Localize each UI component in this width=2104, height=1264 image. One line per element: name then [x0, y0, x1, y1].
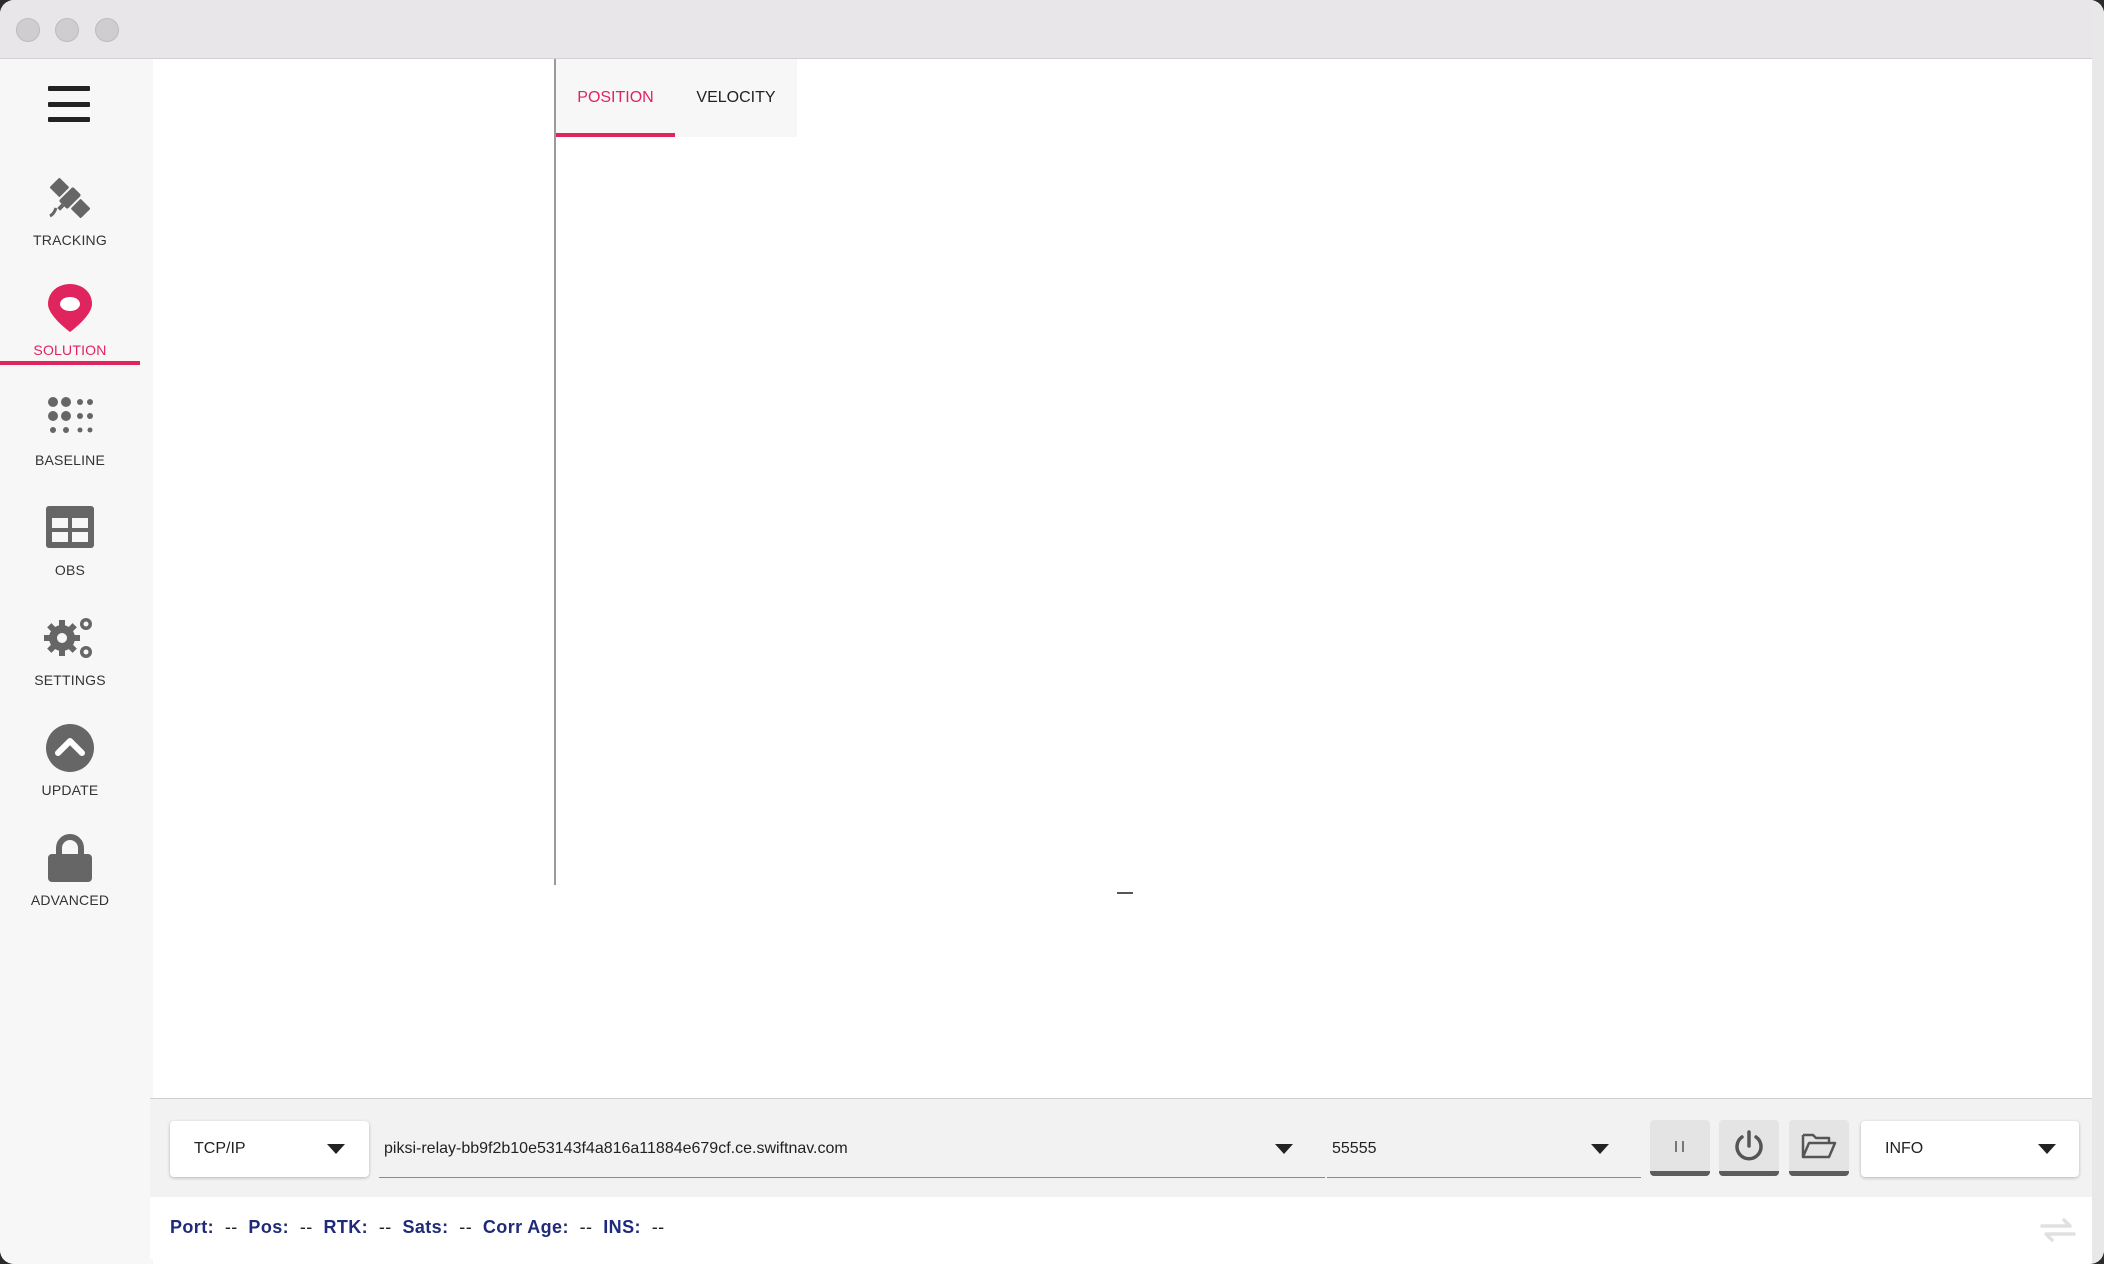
sidebar-item-label: OBS: [54, 562, 86, 578]
connect-button[interactable]: [1719, 1120, 1779, 1176]
tab-position[interactable]: POSITION: [556, 59, 675, 137]
status-pos-label: Pos:: [248, 1217, 290, 1237]
minimize-window-button[interactable]: [55, 18, 79, 42]
sidebar-item-label: ADVANCED: [30, 892, 110, 908]
chevron-up-circle-icon: [46, 724, 94, 772]
status-rtk-value: --: [378, 1217, 392, 1237]
chevron-down-icon[interactable]: [1591, 1144, 1609, 1154]
sidebar-item-baseline[interactable]: BASELINE: [0, 392, 140, 496]
sidebar-item-settings[interactable]: SETTINGS: [0, 612, 140, 716]
tab-velocity[interactable]: VELOCITY: [675, 59, 797, 137]
port-input[interactable]: 55555: [1327, 1120, 1641, 1178]
power-icon: [1735, 1129, 1763, 1160]
window-edge: [2092, 0, 2104, 1264]
sidebar-item-label: TRACKING: [33, 232, 107, 248]
log-level-value: INFO: [1885, 1140, 1924, 1157]
sidebar-item-label: UPDATE: [41, 782, 99, 798]
log-level-select[interactable]: INFO: [1861, 1121, 2079, 1177]
sidebar-item-label: SETTINGS: [34, 672, 106, 688]
status-bar: Port: -- Pos: -- RTK: -- Sats: -- Corr A…: [150, 1197, 2092, 1259]
connection-type-select[interactable]: TCP/IP: [170, 1121, 369, 1177]
connection-type-value: TCP/IP: [194, 1140, 246, 1157]
sidebar-item-label: BASELINE: [34, 452, 106, 468]
sidebar-item-update[interactable]: UPDATE: [0, 722, 140, 826]
status-corr-age-label: Corr Age:: [482, 1217, 569, 1237]
sidebar-item-tracking[interactable]: TRACKING: [0, 172, 140, 276]
app-window: TRACKING SOLUTION BASELINE OBS SETTINGS …: [0, 0, 2104, 1264]
hamburger-menu-icon[interactable]: [48, 86, 90, 122]
chevron-down-icon: [2038, 1144, 2056, 1154]
main-content: [153, 59, 2104, 1096]
pause-button[interactable]: [1650, 1120, 1710, 1176]
host-value: piksi-relay-bb9f2b10e53143f4a816a11884e6…: [384, 1139, 848, 1157]
satellite-icon: [49, 177, 91, 219]
active-tab-indicator: [556, 133, 675, 137]
title-bar: [0, 0, 2104, 59]
status-ins-value: --: [651, 1217, 665, 1237]
dots-grid-icon: [48, 397, 93, 433]
active-nav-indicator: [0, 361, 140, 365]
host-input[interactable]: piksi-relay-bb9f2b10e53143f4a816a11884e6…: [379, 1120, 1325, 1178]
swap-arrows-icon[interactable]: [2038, 1215, 2078, 1245]
sidebar-item-label: SOLUTION: [33, 342, 107, 358]
solution-tabs: POSITION VELOCITY: [556, 59, 797, 137]
status-corr-age-value: --: [579, 1217, 593, 1237]
status-rtk-label: RTK:: [323, 1217, 369, 1237]
gears-icon: [44, 618, 92, 658]
chevron-down-icon: [327, 1144, 345, 1154]
port-value: 55555: [1332, 1139, 1377, 1157]
sidebar-item-advanced[interactable]: ADVANCED: [0, 832, 140, 936]
lock-icon: [48, 834, 92, 882]
status-text: Port: -- Pos: -- RTK: -- Sats: -- Corr A…: [170, 1217, 664, 1238]
close-window-button[interactable]: [16, 18, 40, 42]
chevron-down-icon[interactable]: [1275, 1144, 1293, 1154]
status-sats-label: Sats:: [402, 1217, 449, 1237]
panel-divider[interactable]: [554, 59, 556, 885]
maximize-window-button[interactable]: [95, 18, 119, 42]
sidebar-item-obs[interactable]: OBS: [0, 502, 140, 606]
status-sats-value: --: [459, 1217, 473, 1237]
map-pin-icon: [48, 284, 92, 332]
status-ins-label: INS:: [603, 1217, 641, 1237]
open-file-button[interactable]: [1789, 1120, 1849, 1176]
table-grid-icon: [46, 506, 94, 548]
plot-placeholder-mark: [1117, 892, 1133, 894]
status-port-label: Port:: [170, 1217, 214, 1237]
status-pos-value: --: [299, 1217, 313, 1237]
folder-open-icon: [1801, 1133, 1837, 1158]
status-port-value: --: [224, 1217, 238, 1237]
pause-icon: [1675, 1140, 1684, 1152]
sidebar-item-solution[interactable]: SOLUTION: [0, 282, 140, 386]
